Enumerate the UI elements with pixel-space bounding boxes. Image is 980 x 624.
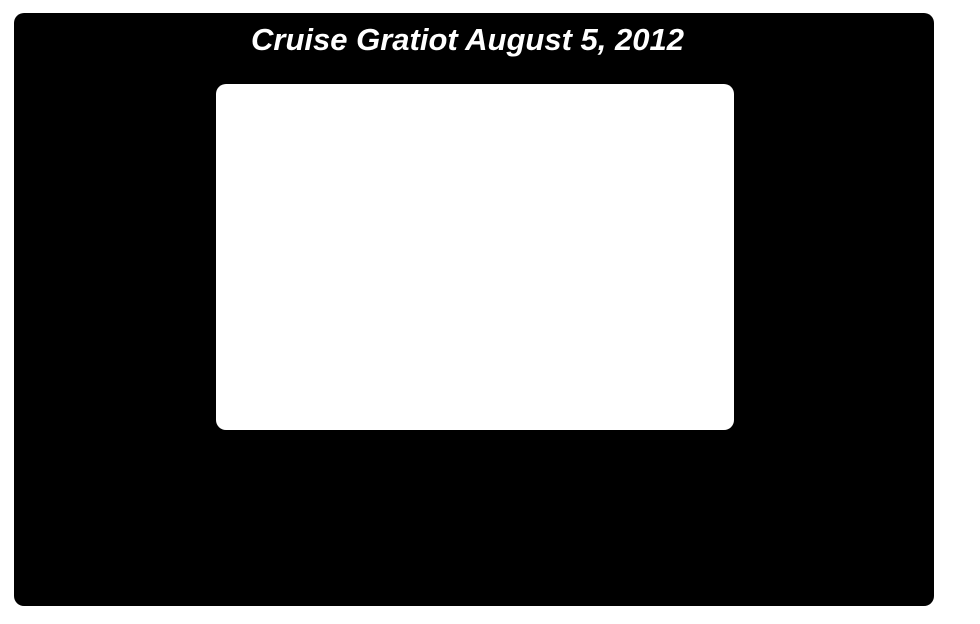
photo-window	[216, 84, 734, 430]
frame-title: Cruise Gratiot August 5, 2012	[251, 22, 684, 57]
